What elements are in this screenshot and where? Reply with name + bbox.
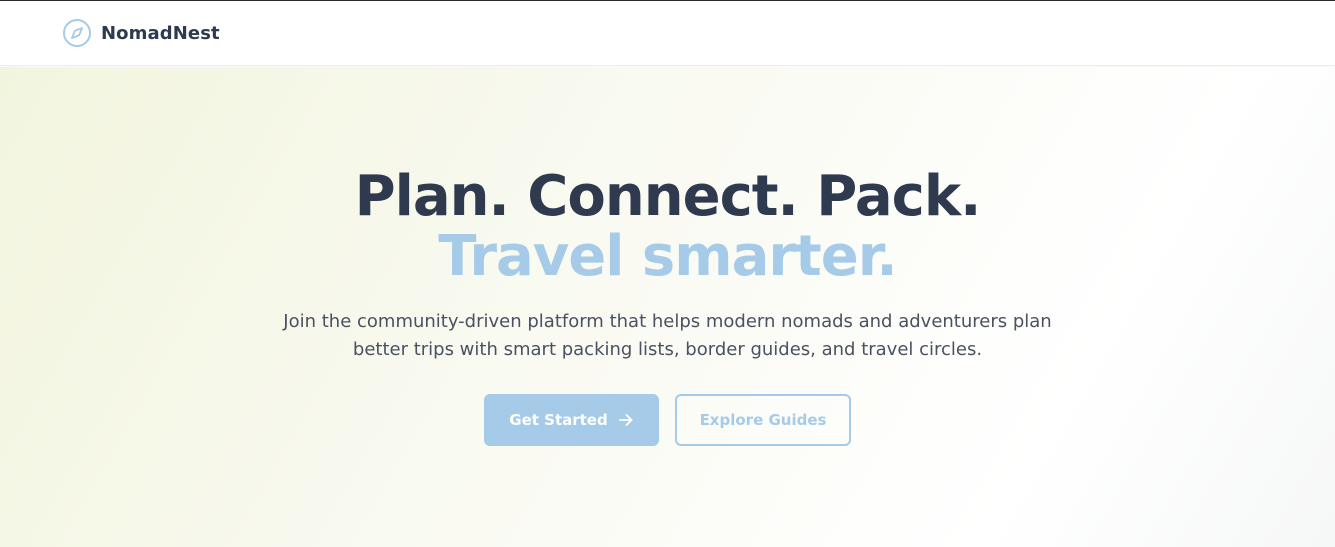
- hero-headline: Plan. Connect. Pack. Travel smarter.: [354, 164, 982, 289]
- arrow-right-icon: [618, 412, 634, 428]
- explore-guides-button[interactable]: Explore Guides: [675, 394, 851, 446]
- brand-name: NomadNest: [101, 22, 220, 44]
- compass-icon: [62, 18, 92, 48]
- headline-primary: Plan. Connect. Pack.: [354, 164, 982, 229]
- brand-logo-link[interactable]: NomadNest: [62, 18, 220, 48]
- get-started-button[interactable]: Get Started: [484, 394, 659, 446]
- cta-group: Get Started Explore Guides: [484, 394, 851, 446]
- headline-accent: Travel smarter.: [438, 224, 897, 289]
- get-started-label: Get Started: [509, 411, 608, 429]
- explore-guides-label: Explore Guides: [699, 411, 827, 429]
- page: NomadNest Plan. Connect. Pack. Travel sm…: [0, 0, 1335, 547]
- hero-subtitle: Join the community-driven platform that …: [283, 311, 1052, 360]
- hero-section: Plan. Connect. Pack. Travel smarter. Joi…: [0, 67, 1335, 547]
- top-navbar: NomadNest: [0, 1, 1335, 66]
